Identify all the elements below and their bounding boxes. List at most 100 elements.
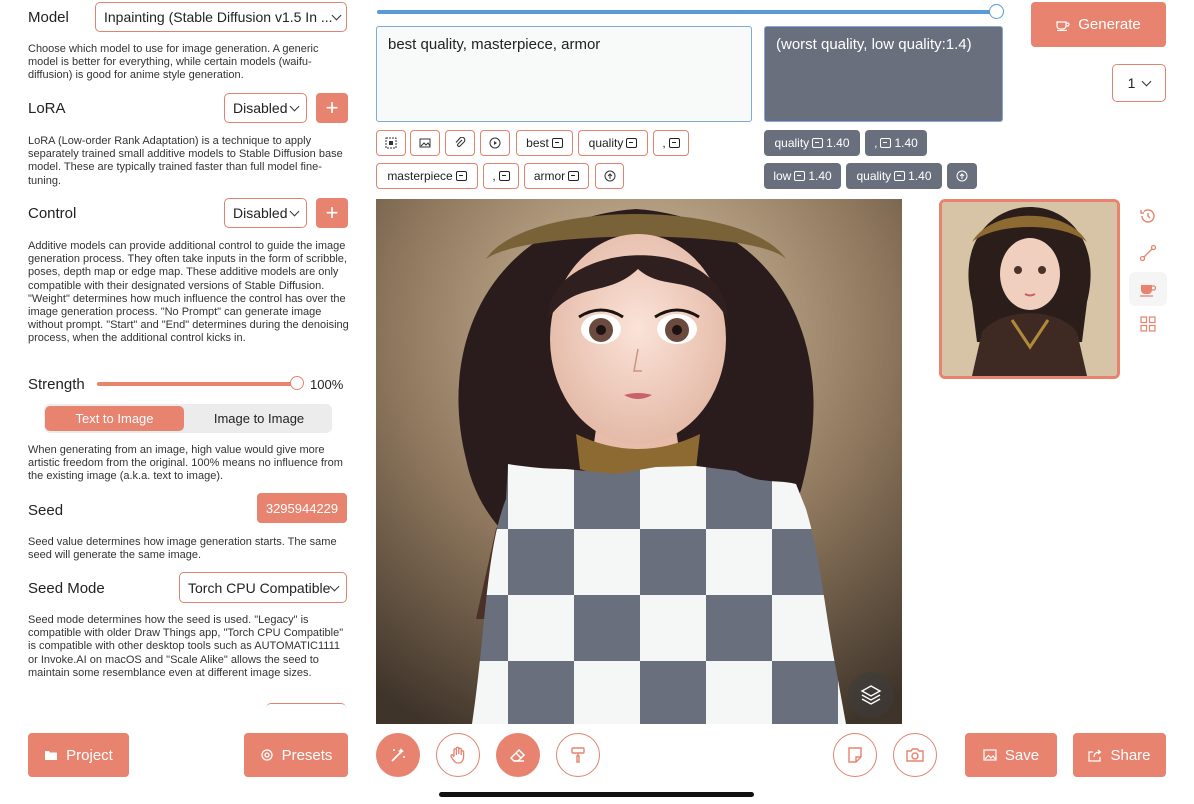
magic-wand-icon: [391, 748, 405, 762]
add-lora-button[interactable]: +: [316, 93, 348, 123]
prompt-chip-quality[interactable]: quality: [578, 130, 648, 156]
negative-chip-comma[interactable]: , 1.40: [865, 130, 927, 156]
up-arrow-circle-icon: [956, 170, 968, 182]
history-thumbnail[interactable]: [939, 199, 1120, 379]
negative-add-token-button[interactable]: [947, 163, 977, 189]
camera-button[interactable]: [893, 733, 937, 777]
seed-description: Seed value determines how image generati…: [28, 536, 337, 562]
generate-button[interactable]: Generate: [1031, 2, 1166, 47]
chip-text: armor: [533, 169, 566, 183]
seed-mode-label: Seed Mode: [28, 580, 105, 597]
model-label: Model: [28, 9, 69, 26]
chip-weight: 1.40: [826, 136, 850, 150]
batch-count-select[interactable]: 1: [1112, 64, 1166, 102]
folder-icon: [45, 751, 58, 760]
save-button[interactable]: Save: [965, 733, 1057, 777]
gear-icon: [260, 749, 273, 761]
plus-icon: +: [325, 95, 339, 120]
sticky-note-button[interactable]: [833, 733, 877, 777]
prompt-chip-comma[interactable]: ,: [653, 130, 689, 156]
strength-slider[interactable]: [97, 376, 304, 390]
camera-icon: [906, 748, 924, 762]
progress-fill: [377, 10, 997, 14]
chip-text: quality: [588, 136, 624, 150]
seed-mode-select[interactable]: Torch CPU Compatible: [179, 572, 347, 603]
play-circle-icon: [489, 137, 501, 149]
next-field-edge: [266, 703, 346, 710]
positive-prompt-input[interactable]: best quality, masterpiece, armor: [376, 26, 752, 122]
return-icon: [498, 171, 510, 181]
attach-button[interactable]: [445, 130, 475, 156]
up-arrow-circle-icon: [604, 170, 615, 182]
chip-text: ,: [662, 136, 666, 150]
magic-wand-tool[interactable]: [376, 733, 420, 777]
eraser-icon: [509, 748, 526, 762]
presets-button[interactable]: Presets: [244, 733, 348, 777]
paint-roller-icon: [571, 747, 585, 763]
project-button[interactable]: Project: [28, 733, 129, 777]
return-icon: [894, 171, 906, 181]
return-icon: [455, 171, 467, 181]
tab-text-to-image[interactable]: Text to Image: [45, 406, 184, 431]
chevron-down-icon: [289, 101, 300, 112]
prompt-chip-best[interactable]: best: [516, 130, 573, 156]
eraser-tool[interactable]: [496, 733, 540, 777]
image-canvas[interactable]: [376, 199, 902, 724]
coffee-cup-icon: [1140, 285, 1157, 297]
return-icon: [568, 171, 580, 181]
lora-label: LoRA: [28, 100, 66, 117]
grid-icon: [1140, 316, 1156, 332]
seed-label: Seed: [28, 502, 64, 519]
strength-slider-thumb[interactable]: [290, 376, 304, 390]
strength-description: When generating from an image, high valu…: [28, 444, 343, 483]
connect-button[interactable]: [1137, 242, 1159, 264]
image-icon: [419, 138, 431, 148]
negative-chip-quality[interactable]: quality 1.40: [846, 163, 942, 189]
image-icon: [983, 749, 997, 761]
chevron-down-icon: [289, 206, 300, 217]
model-value: Inpainting (Stable Diffusion v1.5 In ...: [104, 9, 333, 25]
image-prompt-button[interactable]: [410, 130, 440, 156]
return-icon: [668, 138, 680, 148]
plus-icon: +: [325, 200, 339, 225]
seed-field[interactable]: 3295944229: [257, 493, 347, 523]
history-button[interactable]: [1137, 205, 1159, 227]
negative-chip-low[interactable]: low 1.40: [764, 163, 841, 189]
generate-label: Generate: [1078, 16, 1141, 33]
generation-progress-bar: [377, 4, 1004, 19]
chip-text: masterpiece: [387, 169, 453, 183]
model-select[interactable]: Inpainting (Stable Diffusion v1.5 In ...: [95, 2, 347, 32]
layers-button[interactable]: [848, 672, 894, 718]
negative-prompt-input[interactable]: (worst quality, low quality:1.4): [764, 26, 1003, 122]
prompt-chip-masterpiece[interactable]: masterpiece: [376, 163, 478, 189]
add-control-button[interactable]: +: [316, 198, 348, 228]
negative-chip-quality[interactable]: quality 1.40: [764, 130, 860, 156]
share-button[interactable]: Share: [1073, 733, 1166, 777]
prompt-chip-armor[interactable]: armor: [524, 163, 589, 189]
tab-image-to-image[interactable]: Image to Image: [188, 406, 330, 431]
add-token-button[interactable]: [595, 163, 624, 189]
select-all-button[interactable]: [376, 130, 406, 156]
return-icon: [551, 138, 563, 148]
play-button[interactable]: [480, 130, 510, 156]
progress-handle[interactable]: [989, 4, 1004, 19]
share-label: Share: [1110, 746, 1151, 764]
paint-tool[interactable]: [556, 733, 600, 777]
return-icon: [626, 138, 638, 148]
prompt-chip-comma[interactable]: ,: [483, 163, 519, 189]
grid-view-button[interactable]: [1137, 313, 1159, 335]
return-icon: [812, 138, 824, 148]
chip-text: quality: [856, 169, 892, 183]
control-select[interactable]: Disabled: [224, 198, 307, 228]
strength-fill: [97, 382, 297, 386]
lora-select[interactable]: Disabled: [224, 93, 307, 123]
project-label: Project: [66, 746, 113, 764]
link-path-icon: [1139, 244, 1157, 262]
history-icon: [1140, 209, 1155, 223]
hand-tool[interactable]: [436, 733, 480, 777]
chip-weight: 1.40: [808, 169, 832, 183]
layers-icon: [860, 685, 882, 705]
note-icon: [848, 747, 862, 763]
generate-history-button[interactable]: [1129, 272, 1167, 306]
model-description: Choose which model to use for image gene…: [28, 43, 319, 82]
